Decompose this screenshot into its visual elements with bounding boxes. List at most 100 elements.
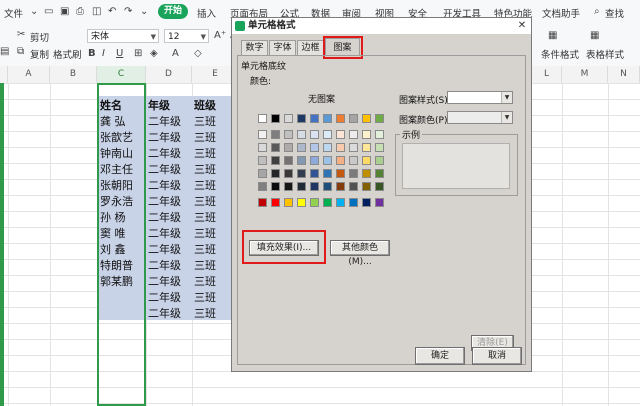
color-swatch[interactable] (375, 114, 384, 123)
border-icon[interactable]: ⊞ (134, 48, 142, 60)
color-swatch[interactable] (362, 156, 371, 165)
select-all-corner[interactable] (0, 66, 8, 83)
color-swatch[interactable] (310, 156, 319, 165)
color-swatch[interactable] (375, 182, 384, 191)
redo-icon[interactable]: ↷ (124, 6, 132, 18)
color-swatch[interactable] (297, 130, 306, 139)
color-swatch[interactable] (310, 182, 319, 191)
table-cell-grade[interactable]: 二年级 (148, 210, 181, 226)
table-cell-grade[interactable]: 二年级 (148, 114, 181, 130)
conditional-format-icon[interactable]: ▦ (548, 30, 557, 42)
color-swatch[interactable] (323, 156, 332, 165)
color-swatch[interactable] (271, 114, 280, 123)
color-swatch[interactable] (284, 182, 293, 191)
table-cell-grade[interactable]: 二年级 (148, 178, 181, 194)
color-swatch[interactable] (297, 198, 306, 207)
table-style-icon[interactable]: ▦ (590, 30, 599, 42)
color-swatch[interactable] (284, 169, 293, 178)
color-swatch[interactable] (271, 130, 280, 139)
color-swatch[interactable] (271, 156, 280, 165)
color-swatch[interactable] (258, 156, 267, 165)
color-swatch[interactable] (323, 143, 332, 152)
fill-color-icon[interactable]: ◈ (150, 48, 158, 60)
font-size-select[interactable]: 12 ▼ (164, 29, 209, 43)
clear-format-icon[interactable]: ◇ (194, 48, 202, 60)
font-color-icon[interactable]: A (172, 48, 179, 60)
undo-icon[interactable]: ↶ (108, 6, 116, 18)
color-swatch[interactable] (362, 143, 371, 152)
print-icon[interactable]: ⎙ (76, 6, 84, 18)
underline-icon[interactable]: U (116, 48, 123, 60)
color-swatch[interactable] (349, 156, 358, 165)
menu-doc-assistant[interactable]: 文档助手 (542, 6, 580, 20)
color-swatch[interactable] (336, 130, 345, 139)
more-colors-button[interactable]: 其他颜色(M)... (330, 240, 390, 267)
cut-icon[interactable]: ✂ (17, 29, 25, 41)
table-cell-class[interactable]: 三班 (194, 114, 216, 130)
search-icon[interactable]: ⌕ (594, 6, 600, 18)
close-icon[interactable]: ✕ (516, 20, 528, 32)
color-swatch[interactable] (375, 198, 384, 207)
table-cell-class[interactable]: 三班 (194, 146, 216, 162)
cut-button[interactable]: 剪切 (30, 30, 49, 44)
color-swatch[interactable] (336, 182, 345, 191)
color-swatch[interactable] (271, 198, 280, 207)
menu-chevron-icon[interactable]: ⌄ (30, 6, 38, 18)
color-swatch[interactable] (258, 143, 267, 152)
color-swatch[interactable] (258, 182, 267, 191)
save-icon[interactable]: ▣ (60, 6, 69, 18)
format-painter-button[interactable]: 格式刷 (53, 47, 82, 61)
column-header-n[interactable]: N (608, 66, 640, 83)
color-swatch[interactable] (362, 114, 371, 123)
color-swatch[interactable] (284, 156, 293, 165)
preview-icon[interactable]: ◫ (92, 6, 101, 18)
header-class[interactable]: 班级 (194, 98, 216, 114)
table-cell-grade[interactable]: 二年级 (148, 130, 181, 146)
color-swatch[interactable] (284, 198, 293, 207)
table-cell-class[interactable]: 三班 (194, 130, 216, 146)
color-swatch[interactable] (323, 114, 332, 123)
tab-border[interactable]: 边框 (297, 40, 324, 55)
color-swatch[interactable] (284, 143, 293, 152)
copy-icon[interactable]: ⧉ (17, 46, 24, 58)
column-header-c[interactable]: C (97, 66, 146, 83)
tab-font[interactable]: 字体 (269, 40, 296, 55)
color-swatch[interactable] (258, 169, 267, 178)
table-cell-class[interactable]: 三班 (194, 226, 216, 242)
color-swatch[interactable] (297, 182, 306, 191)
ok-button[interactable]: 确定 (415, 347, 465, 365)
table-cell-grade[interactable]: 二年级 (148, 226, 181, 242)
column-header-m[interactable]: M (562, 66, 608, 83)
color-swatch[interactable] (310, 143, 319, 152)
color-swatch[interactable] (349, 169, 358, 178)
table-cell-class[interactable]: 三班 (194, 194, 216, 210)
bold-icon[interactable]: B (88, 48, 96, 60)
table-cell-class[interactable]: 三班 (194, 290, 216, 306)
column-header-a[interactable]: A (8, 66, 50, 83)
color-swatch[interactable] (336, 156, 345, 165)
color-swatch[interactable] (375, 169, 384, 178)
pattern-style-select[interactable]: ▼ (447, 91, 513, 104)
table-cell-class[interactable]: 三班 (194, 162, 216, 178)
color-swatch[interactable] (310, 198, 319, 207)
table-cell-grade[interactable]: 二年级 (148, 162, 181, 178)
open-folder-icon[interactable]: ▭ (44, 6, 53, 18)
color-swatch[interactable] (323, 130, 332, 139)
color-swatch[interactable] (336, 169, 345, 178)
menu-home-tab[interactable]: 开始 (158, 4, 188, 19)
color-swatch[interactable] (297, 114, 306, 123)
color-swatch[interactable] (375, 130, 384, 139)
conditional-format-button[interactable]: 条件格式 (541, 47, 579, 61)
more-chevron-icon[interactable]: ⌄ (140, 6, 148, 18)
paste-icon[interactable]: ▤ (0, 46, 9, 58)
no-pattern-option[interactable]: 无图案 (308, 92, 335, 105)
color-swatch[interactable] (336, 198, 345, 207)
menu-insert[interactable]: 插入 (197, 6, 216, 20)
color-swatch[interactable] (271, 169, 280, 178)
color-swatch[interactable] (375, 156, 384, 165)
table-cell-grade[interactable]: 二年级 (148, 194, 181, 210)
color-swatch[interactable] (271, 182, 280, 191)
color-swatch[interactable] (323, 182, 332, 191)
cancel-button[interactable]: 取消 (472, 347, 522, 365)
color-swatch[interactable] (258, 130, 267, 139)
